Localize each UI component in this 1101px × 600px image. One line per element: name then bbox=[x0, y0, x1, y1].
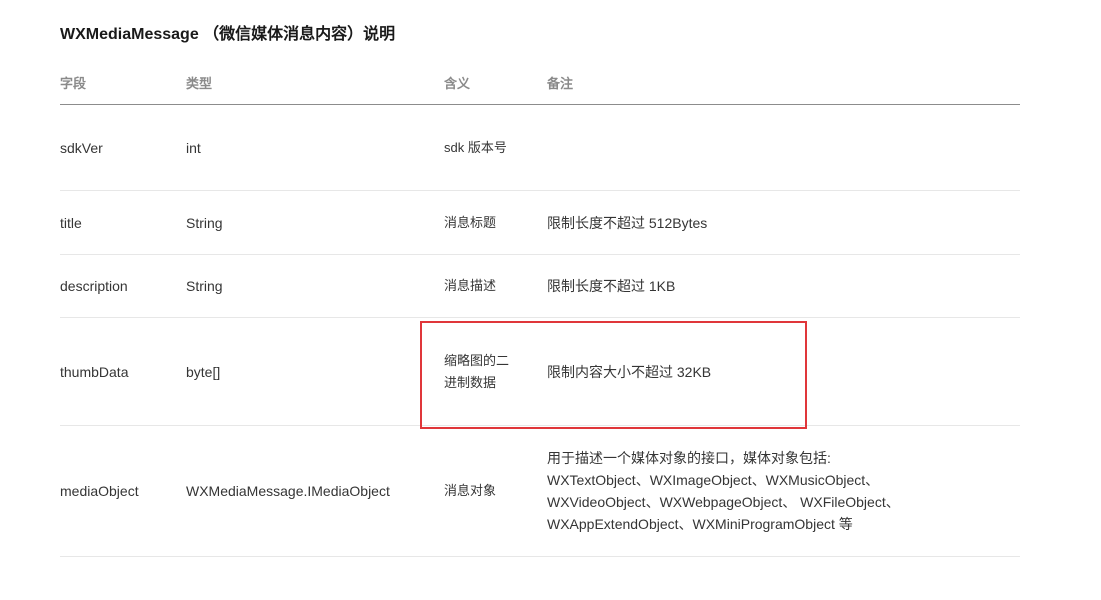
page-title: WXMediaMessage （微信媒体消息内容）说明 bbox=[60, 26, 396, 43]
field-type: WXMediaMessage.IMediaObject bbox=[186, 425, 444, 557]
remark-line: WXTextObject、WXImageObject、WXMusicObject… bbox=[547, 472, 880, 488]
remark-line: WXVideoObject、WXWebpageObject、 WXFileObj… bbox=[547, 494, 900, 510]
field-name: thumbData bbox=[60, 317, 186, 426]
table-row-description: description String 消息描述 限制长度不超过 1KB bbox=[60, 254, 1020, 318]
field-type: String bbox=[186, 254, 444, 318]
field-type: int bbox=[186, 104, 444, 191]
field-name: sdkVer bbox=[60, 104, 186, 191]
field-meaning: 缩略图的二进制数据 bbox=[444, 317, 547, 426]
remark-line: 用于描述一个媒体对象的接口，媒体对象包括: bbox=[547, 450, 831, 466]
table-row-thumbdata: thumbData byte[] 缩略图的二进制数据 限制内容大小不超过 32K… bbox=[60, 317, 1020, 426]
field-remark bbox=[547, 104, 1020, 191]
field-table: 字段 类型 含义 备注 sdkVer int sdk 版本号 title Str… bbox=[60, 60, 1020, 557]
table-row-title: title String 消息标题 限制长度不超过 512Bytes bbox=[60, 190, 1020, 255]
header-field: 字段 bbox=[60, 60, 186, 105]
field-meaning: 消息标题 bbox=[444, 190, 547, 255]
field-meaning: 消息对象 bbox=[444, 425, 547, 557]
remark-line: 限制长度不超过 512Bytes bbox=[547, 214, 708, 231]
table-row-sdkver: sdkVer int sdk 版本号 bbox=[60, 104, 1020, 191]
remark-line: 限制内容大小不超过 32KB bbox=[547, 363, 712, 380]
field-remark: 限制内容大小不超过 32KB bbox=[547, 317, 1020, 426]
remark-line: WXAppExtendObject、WXMiniProgramObject 等 bbox=[547, 516, 853, 532]
field-meaning: 消息描述 bbox=[444, 254, 547, 318]
header-remark: 备注 bbox=[547, 60, 1020, 105]
header-meaning: 含义 bbox=[444, 60, 547, 105]
field-type: byte[] bbox=[186, 317, 444, 426]
field-remark: 用于描述一个媒体对象的接口，媒体对象包括: WXTextObject、WXIma… bbox=[547, 425, 1020, 557]
field-remark: 限制长度不超过 1KB bbox=[547, 254, 1020, 318]
remark-line: 限制长度不超过 1KB bbox=[547, 278, 676, 294]
field-type: String bbox=[186, 190, 444, 255]
field-meaning: sdk 版本号 bbox=[444, 104, 547, 191]
field-name: mediaObject bbox=[60, 425, 186, 557]
field-remark: 限制长度不超过 512Bytes bbox=[547, 190, 1020, 255]
field-name: description bbox=[60, 254, 186, 318]
field-name: title bbox=[60, 190, 186, 255]
table-row-mediaobject: mediaObject WXMediaMessage.IMediaObject … bbox=[60, 425, 1020, 557]
table-header-row: 字段 类型 含义 备注 bbox=[60, 60, 1020, 105]
header-type: 类型 bbox=[186, 60, 444, 105]
